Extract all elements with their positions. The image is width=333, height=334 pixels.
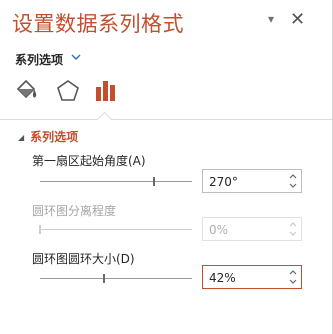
chevron-down-icon[interactable] [70, 51, 82, 63]
doughnut-hole-size-spinner[interactable]: 42% [202, 265, 302, 289]
doughnut-hole-size-label: 圆环图圆环大小(D) [32, 252, 135, 266]
doughnut-explosion-slider-thumb [39, 225, 41, 234]
close-icon[interactable]: ✕ [290, 9, 305, 30]
active-tab-pointer [96, 111, 113, 128]
pane-title: 设置数据系列格式 [12, 12, 184, 36]
first-slice-angle-slider[interactable] [40, 177, 192, 186]
section-title: 系列选项 [30, 130, 79, 144]
first-slice-angle-value[interactable]: 270° [209, 175, 238, 189]
series-options-icon[interactable] [92, 77, 120, 105]
spin-up-icon[interactable] [288, 171, 298, 181]
doughnut-hole-size-value[interactable]: 42% [209, 271, 236, 285]
pane-options-dropdown-icon[interactable]: ▾ [268, 12, 274, 26]
spin-down-icon[interactable] [288, 277, 298, 287]
doughnut-hole-size-slider-thumb[interactable] [103, 274, 105, 283]
doughnut-explosion-slider [39, 225, 192, 234]
spin-up-icon[interactable] [288, 267, 298, 277]
first-slice-angle-slider-thumb[interactable] [153, 177, 155, 186]
doughnut-explosion-spinner: 0% [202, 217, 302, 241]
series-options-dropdown-label[interactable]: 系列选项 [15, 51, 63, 68]
doughnut-hole-size-slider[interactable] [40, 274, 192, 283]
fill-line-icon[interactable] [12, 77, 40, 105]
doughnut-explosion-label: 圆环图分离程度 [32, 204, 117, 218]
effects-icon[interactable] [54, 77, 82, 105]
spin-down-icon[interactable] [288, 181, 298, 191]
spin-up-icon [289, 222, 297, 227]
section-series-options[interactable]: ◢ 系列选项 [18, 128, 78, 145]
first-slice-angle-spinner[interactable]: 270° [202, 169, 302, 193]
collapse-triangle-icon[interactable]: ◢ [18, 133, 24, 142]
tab-divider [0, 119, 332, 120]
first-slice-angle-label: 第一扇区起始角度(A) [32, 154, 146, 168]
spin-down-icon [289, 231, 297, 236]
format-data-series-pane: 设置数据系列格式 ▾ ✕ 系列选项 ◢ 系列选项 第一扇区起始角度(A) 270°… [0, 0, 333, 334]
doughnut-explosion-value: 0% [209, 223, 229, 237]
